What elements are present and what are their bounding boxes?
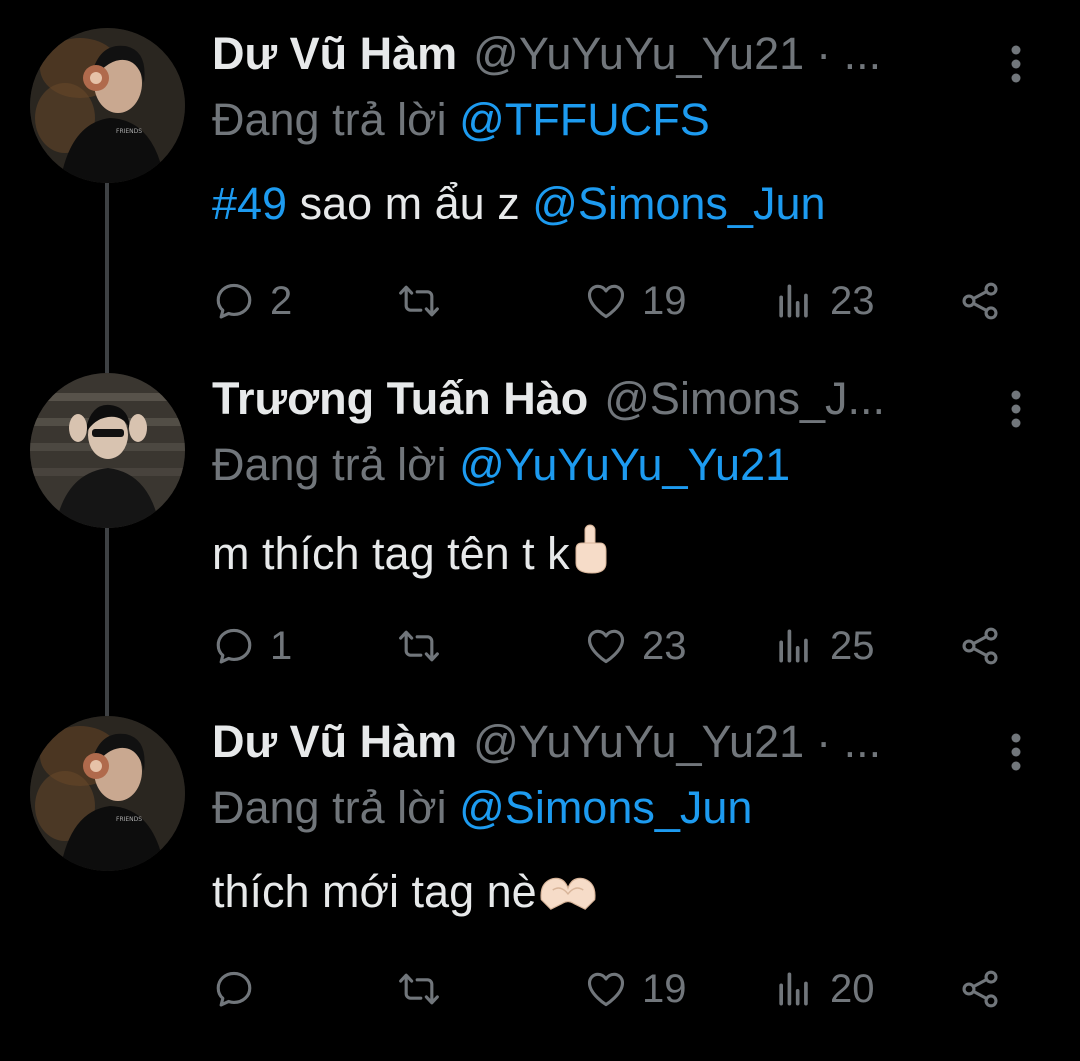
tweet-text: thích mới tag nè (212, 866, 599, 924)
heart-hands-emoji-icon (537, 871, 599, 924)
share-icon (962, 282, 998, 320)
replying-to: Đang trả lời @Simons_Jun (212, 782, 752, 834)
timestamp-separator: · ... (816, 28, 882, 79)
reply-to-mention[interactable]: @Simons_Jun (459, 782, 752, 833)
avatar[interactable]: FRIENDS (30, 28, 185, 183)
reply-to-mention[interactable]: @TFFUCFS (459, 94, 710, 145)
like-count: 23 (642, 623, 687, 668)
middle-finger-emoji-icon (570, 523, 610, 586)
avatar-image: FRIENDS (30, 716, 185, 871)
retweet-icon (399, 630, 439, 662)
views-icon (779, 284, 808, 318)
retweet-button[interactable] (397, 276, 455, 326)
user-handle[interactable]: @YuYuYu_Yu21 (473, 28, 804, 80)
like-button[interactable]: 19 (584, 964, 687, 1014)
reply-button[interactable] (212, 964, 270, 1014)
reply-icon (216, 628, 252, 664)
views-count: 20 (830, 966, 875, 1011)
replying-to: Đang trả lời @YuYuYu_Yu21 (212, 439, 790, 491)
tweet[interactable]: FRIENDS Dư Vũ Hàm @YuYuYu_Yu21 · ... Đan… (0, 716, 1080, 1061)
display-name[interactable]: Dư Vũ Hàm (212, 716, 457, 768)
replying-label: Đang trả lời (212, 439, 447, 490)
retweet-icon (399, 285, 439, 317)
mention-link[interactable]: @Simons_Jun (532, 178, 825, 229)
reply-count: 2 (270, 278, 293, 323)
action-bar: 1 23 25 (212, 621, 1012, 671)
share-button[interactable] (958, 964, 1002, 1014)
more-vertical-icon[interactable] (1000, 42, 1032, 86)
share-button[interactable] (958, 621, 1002, 671)
display-name[interactable]: Trương Tuấn Hào (212, 373, 588, 425)
retweet-icon (399, 973, 439, 1005)
user-handle[interactable]: @YuYuYu_Yu21 (473, 716, 804, 768)
replying-label: Đang trả lời (212, 782, 447, 833)
display-name[interactable]: Dư Vũ Hàm (212, 28, 457, 80)
views-icon (779, 972, 808, 1006)
avatar[interactable]: FRIENDS (30, 716, 185, 871)
share-icon (962, 627, 998, 665)
action-bar: 19 20 (212, 964, 1012, 1014)
reply-button[interactable]: 2 (212, 276, 292, 326)
tweet-header: Dư Vũ Hàm @YuYuYu_Yu21 · ... (212, 716, 972, 776)
tweet-text: #49 sao m ẩu z @Simons_Jun (212, 178, 826, 230)
avatar-image: FRIENDS (30, 28, 185, 183)
reply-to-mention[interactable]: @YuYuYu_Yu21 (459, 439, 790, 490)
reply-count: 1 (270, 623, 293, 668)
action-bar: 2 19 23 (212, 276, 1012, 326)
replying-label: Đang trả lời (212, 94, 447, 145)
views-button[interactable]: 25 (772, 621, 875, 671)
like-button[interactable]: 23 (584, 621, 687, 671)
hashtag-link[interactable]: #49 (212, 178, 287, 229)
tweet-text-content: thích mới tag nè (212, 866, 537, 917)
tweet-header: Dư Vũ Hàm @YuYuYu_Yu21 · ... (212, 28, 972, 88)
like-button[interactable]: 19 (584, 276, 687, 326)
views-count: 25 (830, 623, 875, 668)
views-icon (779, 629, 808, 663)
like-count: 19 (642, 966, 687, 1011)
views-count: 23 (830, 278, 875, 323)
user-handle[interactable]: @Simons_J... (604, 373, 885, 425)
avatar[interactable] (30, 373, 185, 528)
share-button[interactable] (958, 276, 1002, 326)
replying-to: Đang trả lời @TFFUCFS (212, 94, 710, 146)
views-button[interactable]: 20 (772, 964, 875, 1014)
tweet-text: m thích tag tên t k (212, 523, 610, 586)
reply-icon (216, 971, 252, 1007)
share-icon (962, 970, 998, 1008)
views-button[interactable]: 23 (772, 276, 875, 326)
tweet-text-content: sao m ẩu z (287, 178, 533, 229)
tweet-header: Trương Tuấn Hào @Simons_J... (212, 373, 972, 433)
retweet-button[interactable] (397, 964, 455, 1014)
retweet-button[interactable] (397, 621, 455, 671)
svg-text:FRIENDS: FRIENDS (116, 128, 142, 135)
more-vertical-icon[interactable] (1000, 387, 1032, 431)
tweet[interactable]: Trương Tuấn Hào @Simons_J... Đang trả lờ… (0, 373, 1080, 718)
tweet-text-content: m thích tag tên t k (212, 528, 570, 579)
tweet[interactable]: FRIENDS Dư Vũ Hàm @YuYuYu_Yu21 · ... Đan… (0, 28, 1080, 373)
heart-icon (587, 284, 625, 319)
timestamp-separator: · ... (816, 716, 882, 767)
avatar-image (30, 373, 185, 528)
heart-icon (587, 972, 625, 1007)
heart-icon (587, 629, 625, 664)
like-count: 19 (642, 278, 687, 323)
reply-icon (216, 283, 252, 319)
svg-text:FRIENDS: FRIENDS (116, 816, 142, 823)
more-vertical-icon[interactable] (1000, 730, 1032, 774)
reply-button[interactable]: 1 (212, 621, 292, 671)
